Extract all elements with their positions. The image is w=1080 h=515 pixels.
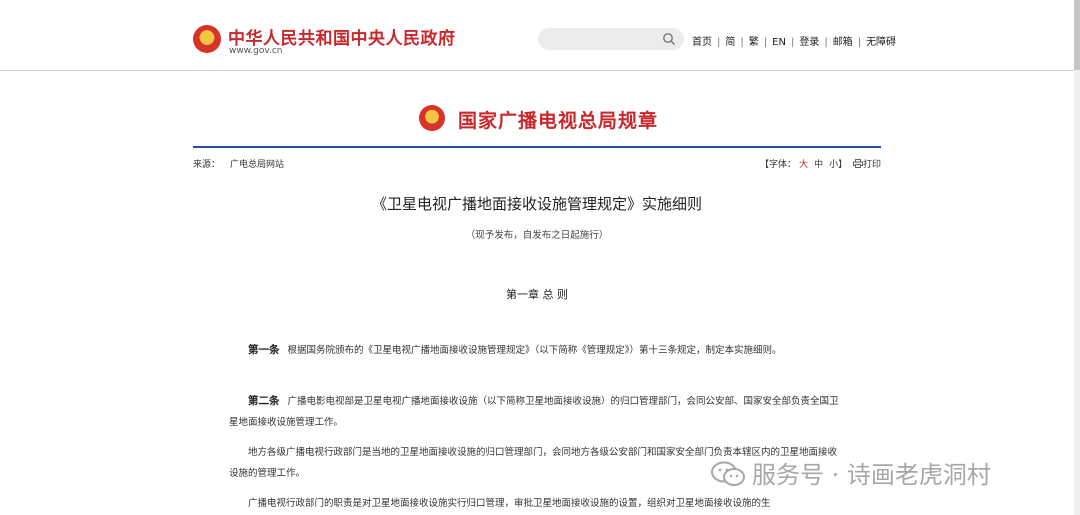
wechat-icon (711, 461, 745, 486)
font-size-small-button[interactable]: 小】 (829, 160, 847, 170)
search-input[interactable] (538, 28, 684, 50)
nav-english-link[interactable]: EN (772, 37, 786, 48)
article-text: 广播电视行政部门的职责是对卫星地面接收设施实行归口管理，审批卫星地面接收设施的设… (248, 498, 771, 509)
wechat-watermark: 服务号 · 诗画老虎洞村 (710, 455, 991, 490)
national-emblem-icon[interactable] (193, 25, 221, 53)
print-icon[interactable] (853, 159, 863, 168)
nav-separator: | (740, 37, 744, 48)
article-text: 根据国务院颁布的《卫星电视广播地面接收设施管理规定》（以下简称《管理规定》）第十… (287, 345, 782, 356)
font-size-large-button[interactable]: 大 (799, 160, 808, 170)
source-value: 广电总局网站 (230, 160, 285, 170)
document-subtitle: （现予发布，自发布之日起施行） (465, 230, 609, 241)
section-banner: 国家广播电视总局规章 (193, 90, 881, 148)
document-title: 《卫星电视广播地面接收设施管理规定》实施细则 (371, 195, 702, 213)
site-url: www.gov.cn (229, 46, 283, 56)
chapter-heading: 第一章 总 则 (506, 288, 568, 301)
article-paragraph: 广播电视行政部门的职责是对卫星地面接收设施实行归口管理，审批卫星地面接收设施的设… (229, 493, 839, 514)
font-size-label: 【字体： (760, 160, 797, 170)
watermark-text: 服务号 · 诗画老虎洞村 (752, 461, 991, 489)
article-text: 广播电影电视部是卫星电视广播地面接收设施（以下简称卫星地面接收设施）的归口管理部… (229, 396, 839, 428)
nav-login-link[interactable]: 登录 (799, 37, 819, 48)
article-meta: 来源： 广电总局网站 【字体：大中小】 打印 (193, 157, 881, 171)
nav-separator: | (717, 37, 721, 48)
nav-separator: | (824, 37, 828, 48)
nav-traditional-link[interactable]: 繁 (749, 37, 759, 48)
nav-accessibility-link[interactable]: 无障碍 (866, 37, 896, 48)
nav-separator: | (790, 37, 795, 48)
nav-mail-link[interactable]: 邮箱 (833, 37, 853, 48)
national-emblem-icon (419, 105, 445, 131)
article-number: 第二条 (248, 395, 280, 407)
font-size-medium-button[interactable]: 中 (814, 160, 823, 170)
nav-separator: | (857, 37, 862, 48)
font-size-controls: 【字体：大中小】 打印 (760, 157, 881, 170)
article-paragraph: 第一条 根据国务院颁布的《卫星电视广播地面接收设施管理规定》（以下简称《管理规定》… (229, 340, 839, 361)
page-scrollbar[interactable] (1074, 0, 1080, 515)
nav-home-link[interactable]: 首页 (692, 37, 712, 48)
site-header: 中华人民共和国中央人民政府 www.gov.cn 首页 | 简 | 繁 | EN | 登录 | 邮箱… (0, 0, 1074, 71)
nav-simplified-link[interactable]: 简 (725, 37, 735, 48)
source-info: 来源： 广电总局网站 (193, 157, 284, 170)
article-paragraph: 第二条 广播电影电视部是卫星电视广播地面接收设施（以下简称卫星地面接收设施）的归口… (229, 391, 839, 433)
article-number: 第一条 (248, 344, 280, 356)
search-icon[interactable] (662, 32, 676, 46)
print-button[interactable]: 打印 (863, 160, 881, 170)
scrollbar-thumb[interactable] (1074, 0, 1080, 70)
top-nav: 首页 | 简 | 繁 | EN | 登录 | 邮箱 | 无障碍 (692, 33, 896, 48)
nav-separator: | (763, 37, 768, 48)
banner-title: 国家广播电视总局规章 (458, 110, 659, 132)
source-label: 来源： (193, 160, 221, 170)
